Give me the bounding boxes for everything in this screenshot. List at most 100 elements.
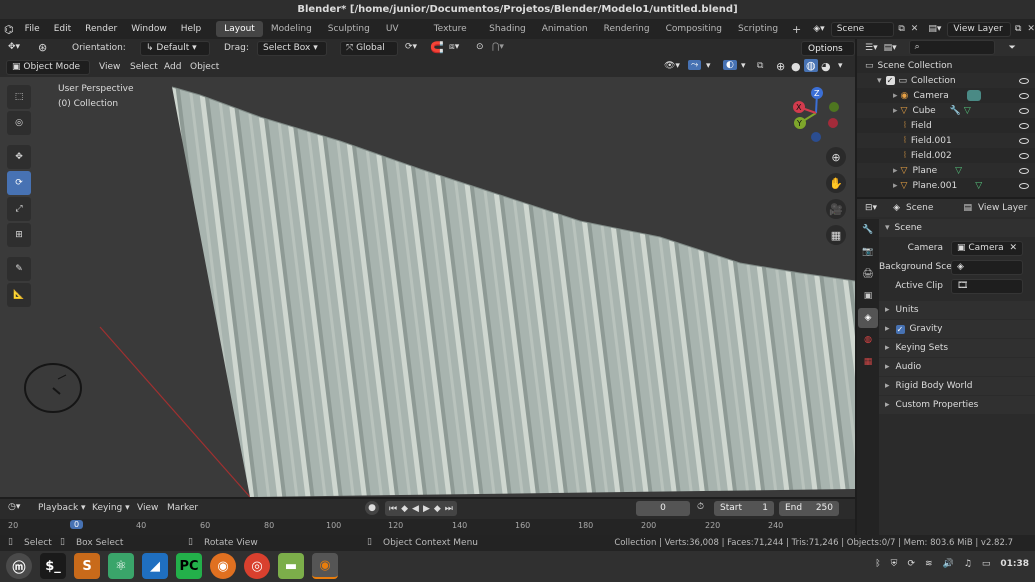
mint-menu-icon[interactable]: ⓜ [6, 553, 32, 579]
wireframe-shading-icon[interactable]: ⊕ [776, 60, 785, 73]
outliner-row-camera[interactable]: ▸ ◉ Camera [857, 88, 1035, 103]
collapsed-arrow-icon[interactable]: ▸ [893, 106, 898, 116]
blender-logo-icon[interactable]: ⌬ [0, 23, 18, 36]
record-icon[interactable]: ● [365, 501, 379, 515]
eye-icon[interactable] [1019, 137, 1029, 144]
menu-file[interactable]: File [18, 24, 47, 34]
gravity-checkbox[interactable]: ✓ [895, 324, 905, 334]
filter-icon[interactable]: ⏷ [1009, 43, 1016, 53]
display-mode-icon[interactable]: ▤▾ [884, 43, 897, 53]
proportional-edit-icon[interactable]: ⊙ [476, 42, 484, 52]
view-layer-tab-icon[interactable]: ▣ [858, 286, 878, 306]
modifier-wrench-icon[interactable]: 🔧 [950, 106, 961, 116]
vscode-icon[interactable]: ◢ [142, 553, 168, 579]
wifi-icon[interactable]: ≋ [925, 559, 933, 569]
measure-tool[interactable]: 📐 [7, 283, 31, 307]
zoom-icon[interactable]: ⊕ [826, 147, 846, 167]
eye-icon[interactable] [1019, 77, 1029, 84]
bluetooth-icon[interactable]: ᛒ [875, 559, 880, 569]
music-icon[interactable]: ♫ [964, 559, 972, 569]
rotate-tool[interactable]: ⟳ [7, 171, 31, 195]
eye-icon[interactable] [1019, 122, 1029, 129]
scene-collection-row[interactable]: ▭ Scene Collection [857, 58, 1035, 73]
terminal-icon[interactable]: $_ [40, 553, 66, 579]
delete-scene-icon[interactable]: ✕ [911, 24, 919, 34]
shading-dropdown-icon[interactable]: ▾ [838, 61, 843, 71]
update-icon[interactable]: ⟳ [907, 559, 915, 569]
sublime-text-icon[interactable]: S [74, 553, 100, 579]
eye-icon[interactable] [1019, 182, 1029, 189]
menu-add[interactable]: Add [164, 62, 181, 72]
menu-help[interactable]: Help [174, 24, 209, 34]
view-layer-context-label[interactable]: View Layer [978, 203, 1027, 213]
current-frame-field[interactable]: 0 [636, 501, 690, 516]
eye-icon[interactable] [1019, 107, 1029, 114]
custom-properties-section[interactable]: ▸ Custom Properties [879, 396, 1035, 414]
next-keyframe-icon[interactable]: ◆ [434, 504, 441, 514]
xray-icon[interactable]: ⧉ [757, 61, 763, 71]
menu-edit[interactable]: Edit [47, 24, 78, 34]
rigid-body-world-section[interactable]: ▸ Rigid Body World [879, 377, 1035, 395]
mode-dropdown[interactable]: ▣ Object Mode ▾ [6, 60, 90, 85]
drag-dropdown[interactable]: Select Box ▾ [257, 41, 327, 56]
rotate-view-circle-icon[interactable] [22, 361, 84, 415]
outliner-row-field-001[interactable]: ⦚ Field.001 [857, 133, 1035, 148]
menu-timeline-view[interactable]: View [137, 503, 158, 513]
camera-view-icon[interactable]: 🎥 [826, 199, 846, 219]
timeline-editor-type-icon[interactable]: ◷▾ [8, 502, 20, 512]
start-frame-field[interactable]: Start 1 [714, 501, 774, 516]
jump-start-icon[interactable]: ⏮ [389, 504, 397, 514]
keying-sets-section[interactable]: ▸ Keying Sets [879, 339, 1035, 357]
falloff-icon[interactable]: ⋂▾ [492, 42, 504, 52]
add-workspace-button[interactable]: + [786, 23, 807, 36]
gizmo-dropdown-icon[interactable]: ▾ [706, 61, 711, 71]
menu-view[interactable]: View [99, 62, 120, 72]
editor-type-icon[interactable]: ☰▾ [865, 43, 878, 53]
overlays-icon[interactable]: ◐ [723, 60, 737, 70]
audio-section[interactable]: ▸ Audio [879, 358, 1035, 376]
select-box-tool[interactable]: ⬚ [7, 85, 31, 109]
world-tab-icon[interactable]: ◍ [858, 330, 878, 350]
material-shading-icon[interactable]: ◍ [804, 59, 818, 72]
gizmo-toggle-icon[interactable]: ⤳ [688, 60, 702, 70]
expand-arrow-icon[interactable]: ▾ [877, 76, 882, 86]
jump-end-icon[interactable]: ⏭ [445, 504, 453, 514]
pivot-icon[interactable]: ⊛ [38, 41, 47, 54]
clock[interactable]: 01:38 [1000, 559, 1029, 569]
tab-modeling[interactable]: Modeling [263, 21, 320, 37]
menu-object[interactable]: Object [190, 62, 219, 72]
collapsed-arrow-icon[interactable]: ▸ [893, 166, 898, 176]
delete-view-layer-icon[interactable]: ✕ [1027, 24, 1035, 34]
overlays-dropdown-icon[interactable]: ▾ [741, 61, 746, 71]
chrome-icon[interactable]: ◎ [244, 553, 270, 579]
menu-keying[interactable]: Keying ▾ [92, 503, 130, 513]
annotate-tool[interactable]: ✎ [7, 257, 31, 281]
ortho-grid-icon[interactable]: ▦ [826, 225, 846, 245]
texture-tab-icon[interactable]: ▦ [858, 352, 878, 372]
scene-selector[interactable]: Scene [830, 21, 895, 37]
new-view-layer-icon[interactable]: ⧉ [1015, 24, 1021, 34]
tab-uv-editing[interactable]: UV Editing [378, 21, 426, 50]
active-clip-field[interactable]: 🎞 [951, 278, 1023, 294]
3d-viewport[interactable]: ⬚ ◎ ✥ ⟳ ⤢ ⊞ ✎ 📐 User Perspective (0) Col… [0, 77, 855, 497]
menu-playback[interactable]: Playback ▾ [38, 503, 86, 513]
outliner-row-plane-001[interactable]: ▸ ▽ Plane.001 ▽ [857, 178, 1035, 193]
pycharm-icon[interactable]: PC [176, 553, 202, 579]
mesh-data-icon[interactable]: ▽ [955, 166, 962, 176]
menu-window[interactable]: Window [124, 24, 174, 34]
play-reverse-icon[interactable]: ◀ [412, 504, 419, 514]
scene-icon[interactable]: ◈▾ [813, 24, 824, 34]
outliner-row-field-002[interactable]: ⦚ Field.002 [857, 148, 1035, 163]
eye-icon[interactable] [1019, 167, 1029, 174]
view-layer-selector[interactable]: View Layer [947, 21, 1011, 37]
visibility-icon[interactable]: 👁▾ [664, 61, 680, 71]
collapsed-arrow-icon[interactable]: ▸ [893, 91, 898, 101]
tab-sculpting[interactable]: Sculpting [320, 21, 378, 37]
rendered-shading-icon[interactable]: ◕ [821, 60, 831, 73]
transform-tool[interactable]: ⊞ [7, 223, 31, 247]
render-tab-icon[interactable]: 📷 [858, 242, 878, 262]
snap-icon[interactable]: 🧲 [430, 41, 444, 54]
view-layer-icon[interactable]: ▤▾ [928, 24, 941, 34]
new-scene-icon[interactable]: ⧉ [898, 24, 904, 34]
tab-texture-paint[interactable]: Texture Paint [426, 21, 481, 50]
